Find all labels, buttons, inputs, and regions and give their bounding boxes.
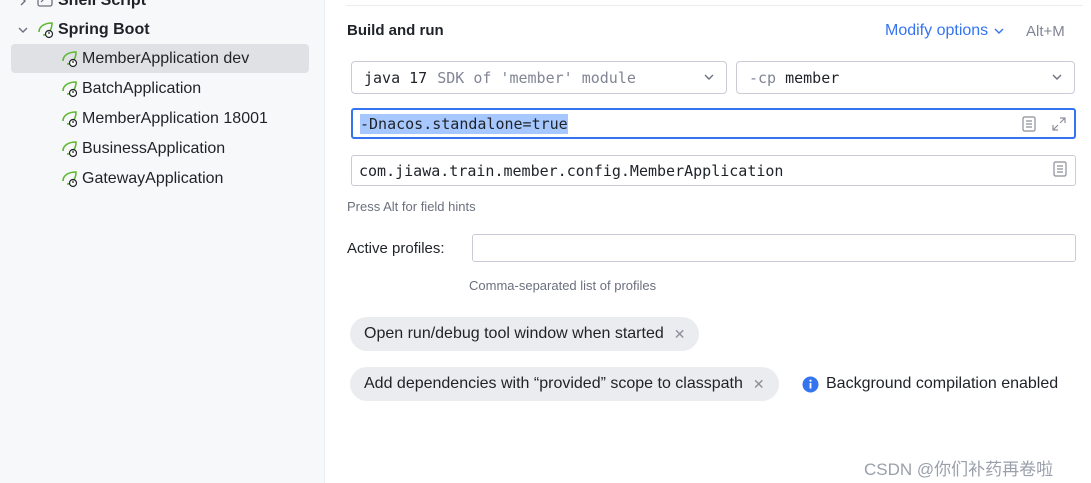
tree-item-label: BatchApplication [82, 80, 202, 97]
active-profiles-label: Active profiles: [347, 240, 445, 257]
watermark: CSDN @你们补药再卷啦 [864, 460, 1054, 479]
modify-options-link[interactable]: Modify options [885, 22, 1004, 40]
expand-field-icon[interactable] [1050, 115, 1068, 133]
background-compilation-notice: Background compilation enabled [802, 375, 1058, 393]
info-icon [802, 376, 819, 392]
spring-boot-icon [60, 79, 80, 99]
modify-options-shortcut: Alt+M [1026, 23, 1065, 40]
jdk-dropdown[interactable]: java 17 SDK of 'member' module [351, 61, 727, 94]
remove-option-icon[interactable]: ✕ [674, 326, 686, 343]
tree-item-batch-application[interactable]: BatchApplication [60, 75, 201, 103]
option-chip-provided-scope[interactable]: Add dependencies with “provided” scope t… [350, 367, 779, 401]
main-class-field[interactable]: com.jiawa.train.member.config.MemberAppl… [351, 155, 1076, 186]
vm-options-value: -Dnacos.standalone=true [360, 113, 568, 134]
chevron-down-icon [704, 74, 714, 80]
divider [346, 5, 1083, 6]
section-title: Build and run [347, 22, 444, 39]
run-config-tree: Shell Script Spring Boot MemberApplicati… [0, 0, 325, 483]
spring-boot-icon [60, 169, 80, 189]
spring-boot-icon [60, 109, 80, 129]
spring-boot-icon [60, 49, 80, 69]
tree-item-label: Shell Script [58, 0, 147, 9]
tree-item-member-application-dev[interactable]: MemberApplication dev [60, 45, 249, 73]
modify-options-label: Modify options [885, 22, 989, 39]
vm-options-field[interactable]: -Dnacos.standalone=true [351, 108, 1076, 139]
jdk-version: java 17 [364, 68, 428, 87]
shell-script-icon [36, 0, 56, 11]
info-text: Background compilation enabled [826, 375, 1059, 392]
chevron-down-icon [994, 28, 1004, 34]
run-config-editor: Build and run Modify options Alt+M java … [326, 0, 1091, 483]
classpath-module: member [785, 68, 840, 87]
active-profiles-input[interactable] [472, 234, 1076, 262]
chevron-down-icon [1052, 74, 1062, 80]
chip-label: Open run/debug tool window when started [364, 325, 664, 342]
tree-item-label: GatewayApplication [82, 170, 224, 187]
tree-item-member-application-18001[interactable]: MemberApplication 18001 [60, 105, 268, 133]
tree-item-business-application[interactable]: BusinessApplication [60, 135, 225, 163]
browse-class-icon[interactable] [1051, 160, 1069, 178]
jdk-detail: SDK of 'member' module [437, 68, 636, 87]
chevron-right-icon[interactable] [16, 0, 30, 8]
chevron-down-icon[interactable] [16, 23, 30, 37]
spring-boot-icon [60, 139, 80, 159]
expand-text-icon[interactable] [1020, 115, 1038, 133]
tree-item-label: MemberApplication 18001 [82, 110, 268, 127]
tree-item-shell-script[interactable]: Shell Script [16, 0, 146, 15]
classpath-flag: -cp [749, 68, 777, 87]
classpath-module-dropdown[interactable]: -cp member [736, 61, 1075, 94]
option-chip-open-tool-window[interactable]: Open run/debug tool window when started … [350, 317, 700, 351]
main-class-value: com.jiawa.train.member.config.MemberAppl… [359, 161, 784, 180]
spring-boot-icon [36, 20, 56, 40]
chip-label: Add dependencies with “provided” scope t… [364, 375, 743, 392]
field-hint: Press Alt for field hints [347, 199, 476, 214]
tree-item-label: MemberApplication dev [82, 50, 250, 67]
tree-item-spring-boot[interactable]: Spring Boot [16, 16, 150, 44]
tree-item-label: BusinessApplication [82, 140, 226, 157]
remove-option-icon[interactable]: ✕ [753, 376, 765, 393]
profiles-hint: Comma-separated list of profiles [469, 278, 657, 293]
tree-item-gateway-application[interactable]: GatewayApplication [60, 165, 223, 193]
tree-item-label: Spring Boot [58, 21, 150, 38]
